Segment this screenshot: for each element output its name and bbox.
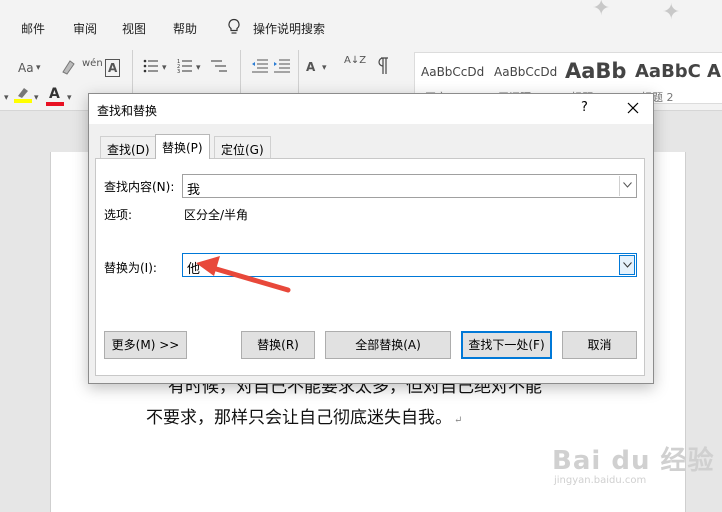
multilevel-list-icon[interactable]	[210, 58, 228, 74]
watermark-url: jingyan.baidu.com	[554, 475, 647, 486]
increase-indent-icon[interactable]	[273, 58, 291, 74]
bird-decoration-icon: ✦	[592, 0, 611, 21]
pinyin-guide-button[interactable]: wén	[82, 56, 103, 72]
clear-formatting-icon[interactable]	[60, 58, 76, 76]
font-color-letter: A	[49, 86, 60, 102]
dialog-titlebar[interactable]: 查找和替换 ?	[89, 94, 653, 124]
style-sample: AaBbCcDd	[421, 65, 485, 79]
bullets-icon[interactable]	[143, 58, 159, 74]
dropdown-arrow-icon[interactable]: ▾	[4, 90, 9, 106]
style-sample: AaBbCcDd	[494, 65, 558, 79]
options-value: 区分全/半角	[184, 208, 249, 222]
menu-bar: 邮件 审阅 视图 帮助 操作说明搜索 ✦ ✦	[0, 0, 722, 42]
find-history-dropdown[interactable]	[619, 176, 635, 196]
help-button[interactable]: ?	[581, 100, 588, 115]
document-line-2[interactable]: 不要求，那样只会让自己彻底迷失自我。 ↵	[146, 403, 462, 428]
dropdown-arrow-icon[interactable]: ▾	[162, 60, 167, 76]
options-label: 选项:	[104, 208, 133, 222]
tell-me-search[interactable]: 操作说明搜索	[253, 20, 325, 37]
more-button[interactable]: 更多(M) >>	[104, 331, 187, 359]
lightbulb-icon	[228, 18, 240, 34]
decrease-indent-icon[interactable]	[251, 58, 269, 74]
style-title[interactable]: A	[703, 53, 722, 103]
replace-history-dropdown[interactable]	[619, 255, 635, 275]
chevron-down-icon	[623, 262, 632, 268]
close-icon[interactable]	[622, 97, 644, 119]
bird-decoration-icon: ✦	[662, 0, 681, 25]
dropdown-arrow-icon[interactable]: ▾	[196, 60, 201, 76]
document-line-2-text: 不要求，那样只会让自己彻底迷失自我。	[146, 408, 452, 428]
numbering-icon[interactable]: 1 2 3	[177, 58, 193, 74]
chevron-down-icon	[623, 182, 632, 188]
svg-text:3: 3	[177, 69, 180, 74]
highlighter-icon	[18, 88, 28, 98]
sort-button[interactable]: A↓Z	[344, 56, 366, 66]
menu-view[interactable]: 视图	[122, 20, 146, 37]
find-what-label: 查找内容(N):	[104, 180, 175, 194]
replace-with-label: 替换为(I):	[104, 261, 157, 275]
font-color-button[interactable]: A	[46, 86, 64, 106]
paragraph-mark: ↵	[454, 415, 463, 426]
highlight-color-swatch	[14, 99, 32, 103]
baidu-watermark: Bai du 经验 jingyan.baidu.com	[552, 440, 715, 486]
dropdown-arrow-icon[interactable]: ▾	[34, 90, 39, 106]
text-direction-button[interactable]: A	[306, 59, 315, 75]
cancel-button[interactable]: 取消	[562, 331, 637, 359]
show-formatting-marks-icon[interactable]	[374, 56, 390, 76]
replace-with-value: 他	[187, 262, 201, 277]
font-size-button[interactable]: Aa	[18, 60, 34, 76]
menu-help[interactable]: 帮助	[173, 20, 197, 37]
tab-goto[interactable]: 定位(G)	[214, 136, 271, 158]
style-sample: AaBbC	[635, 61, 701, 82]
style-sample: A	[707, 61, 721, 82]
find-what-input[interactable]: 我	[182, 174, 637, 198]
watermark-logo: Bai du 经验	[552, 446, 715, 476]
replace-all-button[interactable]: 全部替换(A)	[325, 331, 451, 359]
text-highlight-color-button[interactable]	[14, 86, 32, 104]
tab-replace[interactable]: 替换(P)	[155, 134, 210, 159]
dropdown-arrow-icon[interactable]: ▾	[67, 90, 72, 106]
find-next-button[interactable]: 查找下一处(F)	[461, 331, 552, 359]
dialog-title: 查找和替换	[97, 104, 158, 118]
replace-button[interactable]: 替换(R)	[241, 331, 315, 359]
enclose-character-button[interactable]: A	[105, 59, 121, 77]
tab-find[interactable]: 查找(D)	[100, 136, 157, 158]
find-what-value: 我	[187, 183, 201, 198]
font-color-swatch	[46, 102, 64, 106]
dropdown-arrow-icon[interactable]: ▾	[322, 60, 327, 76]
menu-mailings[interactable]: 邮件	[21, 20, 45, 37]
menu-review[interactable]: 审阅	[73, 20, 97, 37]
replace-with-input[interactable]: 他	[182, 253, 637, 277]
style-sample: AaBb	[565, 59, 627, 83]
dropdown-arrow-icon[interactable]: ▾	[36, 60, 41, 76]
find-replace-dialog: 查找和替换 ? 查找(D) 替换(P) 定位(G) 查找内容(N): 我 选项:…	[88, 93, 654, 384]
